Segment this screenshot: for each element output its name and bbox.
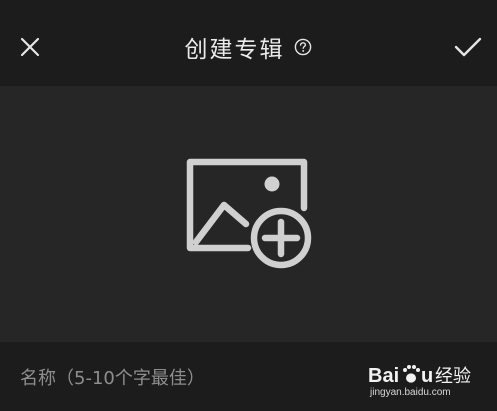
svg-text:经验: 经验 bbox=[435, 366, 471, 387]
create-album-screen: 创建专辑 名称（5-10个字最佳） Bai u 经验 jingyan.baidu… bbox=[0, 0, 497, 411]
checkmark-icon bbox=[454, 37, 482, 57]
svg-text:jingyan.baidu.com: jingyan.baidu.com bbox=[369, 387, 451, 398]
cover-area bbox=[0, 86, 497, 342]
add-cover-button[interactable] bbox=[186, 158, 318, 272]
help-circle-icon bbox=[294, 38, 311, 56]
confirm-button[interactable] bbox=[449, 31, 487, 63]
add-photo-icon bbox=[186, 158, 312, 269]
album-name-input[interactable] bbox=[20, 364, 360, 392]
page-title: 创建专辑 bbox=[184, 37, 285, 63]
title-group: 创建专辑 bbox=[0, 30, 497, 64]
svg-text:u: u bbox=[421, 365, 433, 387]
help-button[interactable] bbox=[293, 37, 313, 57]
baidu-watermark-logo: Bai u 经验 jingyan.baidu.com bbox=[368, 365, 471, 398]
svg-text:Bai: Bai bbox=[368, 365, 399, 387]
baidu-watermark: Bai u 经验 jingyan.baidu.com bbox=[366, 358, 490, 398]
top-bar: 创建专辑 bbox=[0, 0, 497, 86]
